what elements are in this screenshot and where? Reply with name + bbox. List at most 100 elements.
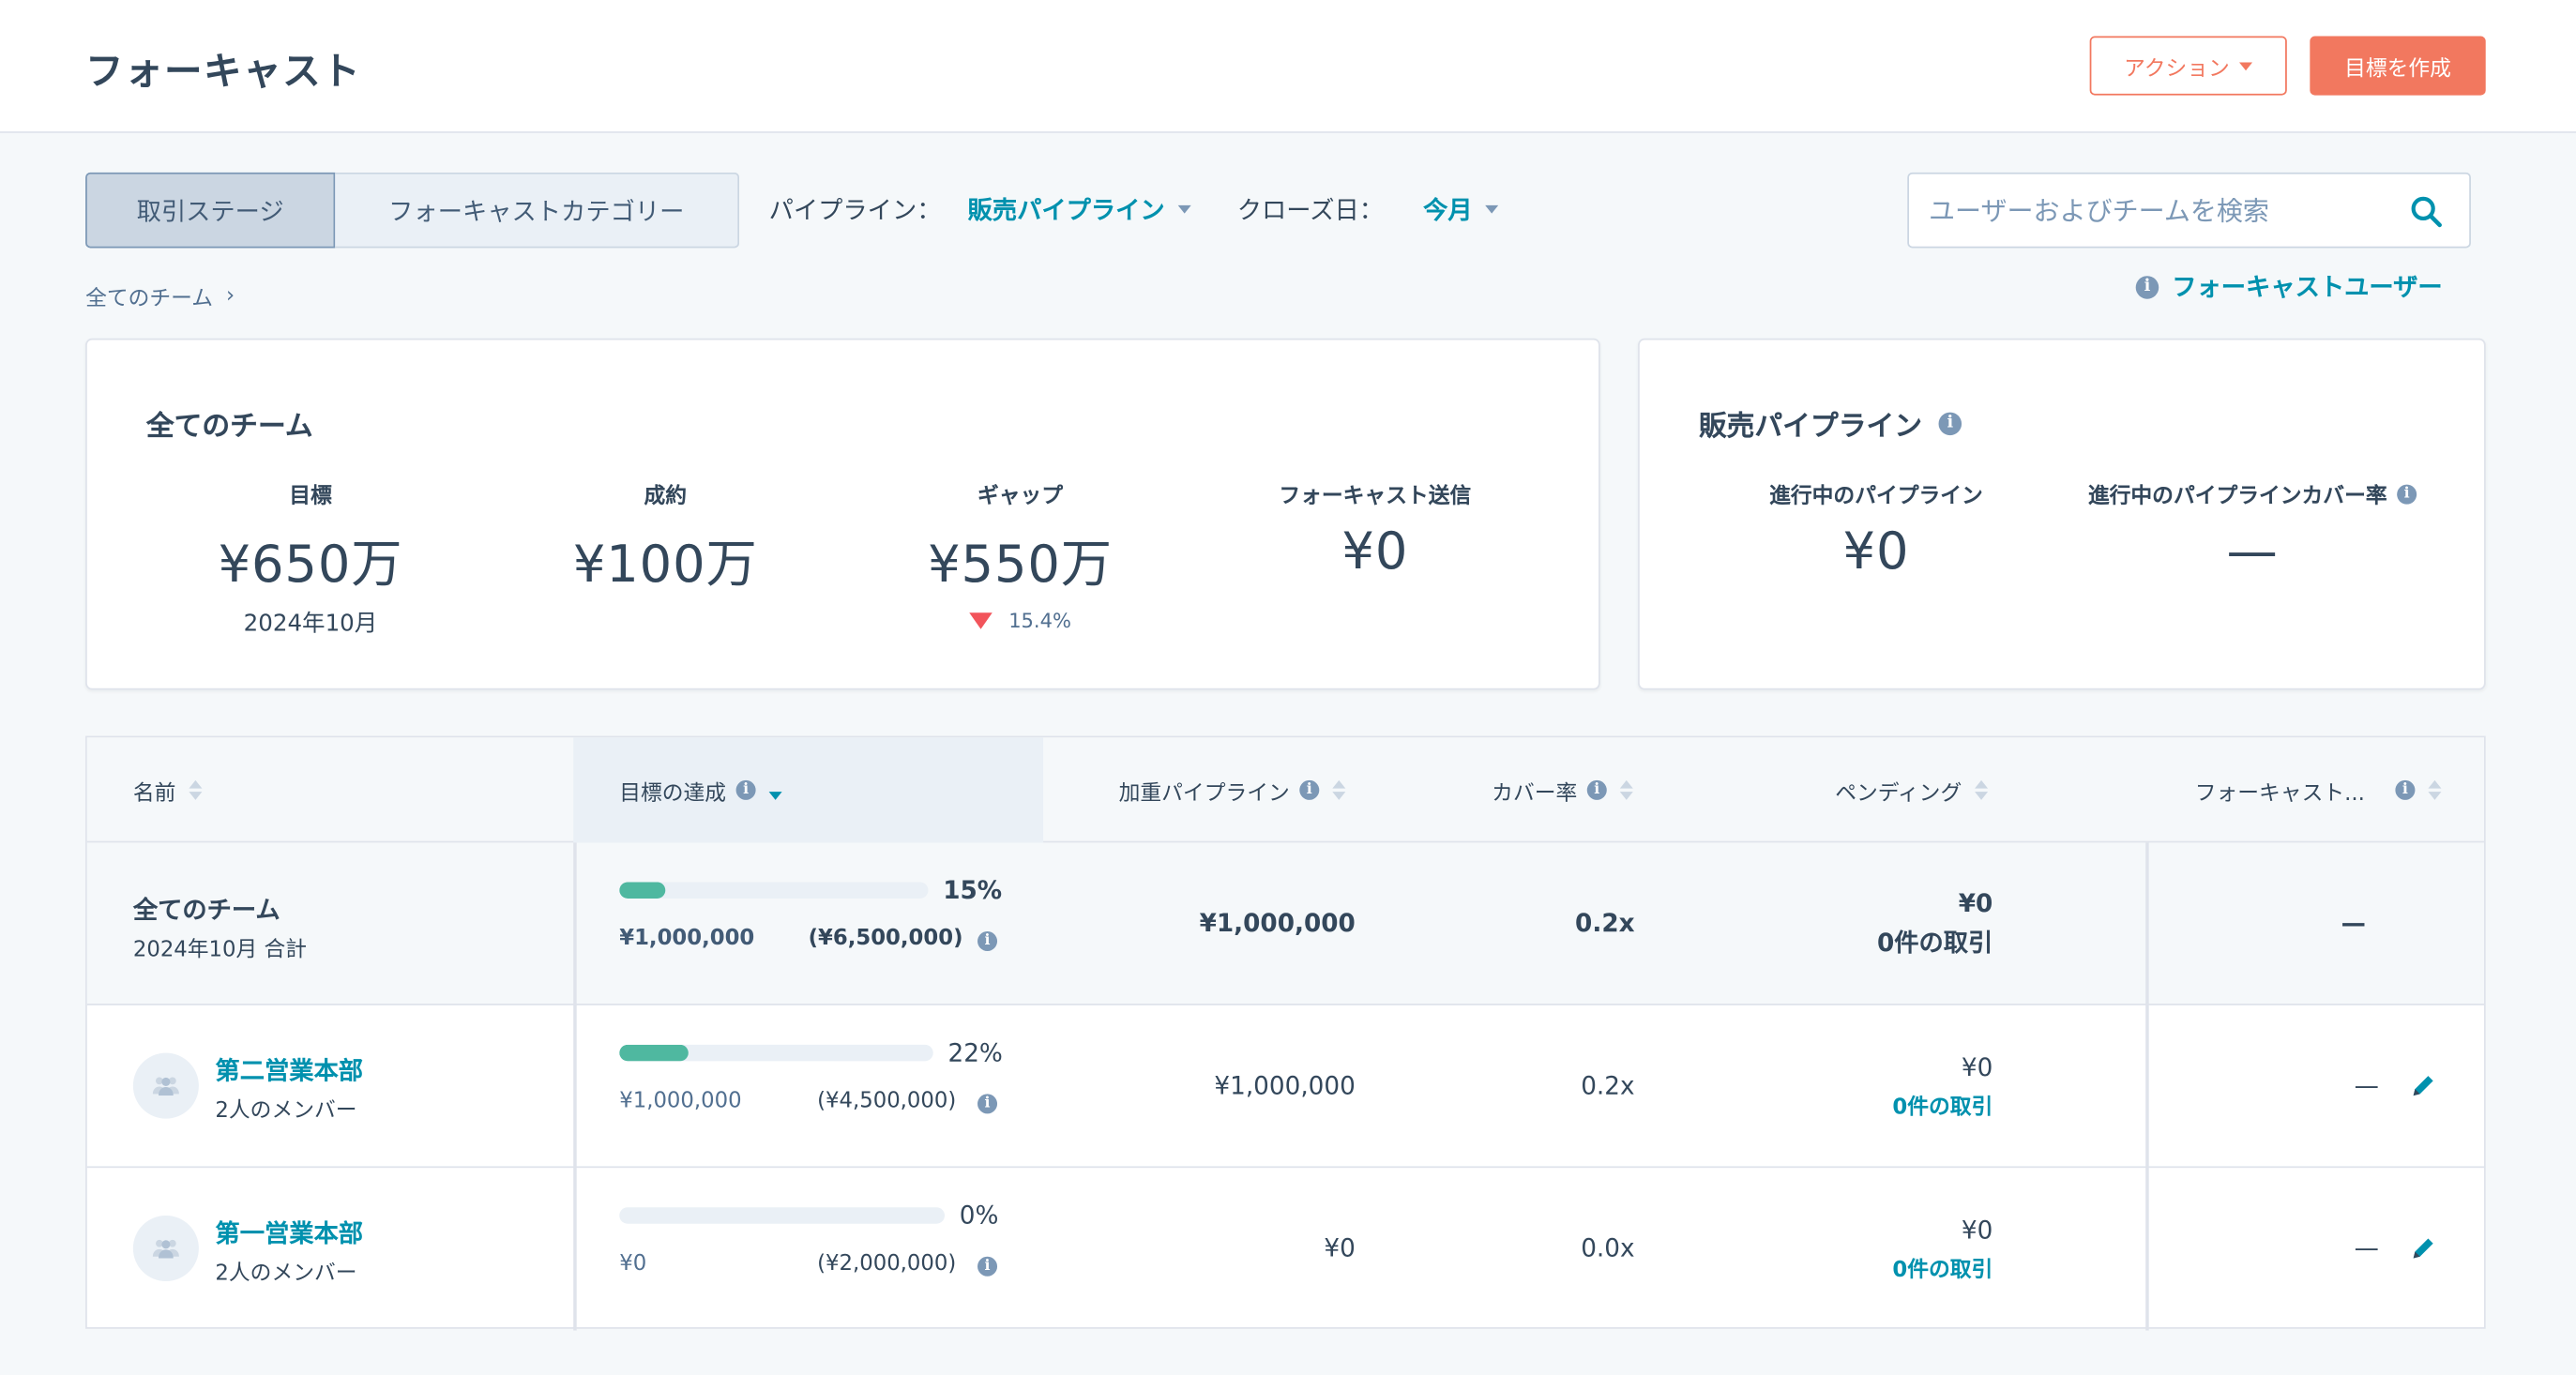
column-header-goal-attainment[interactable]: 目標の達成 i: [573, 737, 1044, 843]
info-icon: i: [735, 779, 756, 800]
info-icon[interactable]: i: [977, 1256, 998, 1277]
page-header: フォーキャスト アクション 目標を作成: [0, 0, 2576, 133]
action-button-label: アクション: [2124, 56, 2230, 82]
create-goal-button[interactable]: 目標を作成: [2310, 36, 2486, 96]
pending-deals-link[interactable]: 0件の取引: [1796, 1089, 1993, 1120]
info-icon[interactable]: i: [977, 930, 998, 952]
forecast-table: 名前 目標の達成 i 加重パイプライン i カバー率 i ペンディング フォーキ…: [85, 735, 2486, 1331]
close-date-filter: クローズ日： 今月: [1237, 192, 1499, 227]
pipeline-filter-dropdown[interactable]: 販売パイプライン: [968, 192, 1191, 227]
team-link[interactable]: 第二営業本部: [215, 1053, 363, 1088]
column-divider: [573, 842, 577, 1331]
triangle-down-icon: [969, 612, 993, 629]
close-date-filter-value: 今月: [1423, 195, 1473, 225]
pending-deals: 0件の取引: [1876, 928, 1993, 959]
pending-deals-link[interactable]: 0件の取引: [1796, 1251, 1993, 1282]
info-icon[interactable]: i: [2397, 483, 2417, 504]
sort-icon: [2428, 779, 2442, 800]
goal-amount: (¥4,500,000): [817, 1089, 957, 1114]
column-header-pending[interactable]: ペンディング: [1835, 737, 1989, 842]
progress-fill: [619, 882, 666, 899]
weighted-pipeline: ¥1,000,000: [1199, 908, 1356, 938]
info-icon: i: [2135, 275, 2159, 298]
search-input[interactable]: [1929, 187, 2389, 234]
caret-down-icon: [2239, 61, 2253, 70]
coverage-value: 0.2x: [1581, 1070, 1635, 1101]
table-row-total: 全てのチーム 2024年10月 合計 15% ¥1,000,000 (¥6,50…: [86, 842, 2484, 1005]
summary-card-title: 全てのチーム: [145, 410, 313, 444]
tab-deal-stage[interactable]: 取引ステージ: [85, 172, 336, 249]
metric-goal-value: ¥650万: [218, 535, 403, 595]
info-icon: i: [1586, 779, 1607, 800]
search-icon[interactable]: [2410, 195, 2443, 228]
summary-card: 全てのチーム 目標 ¥650万 2024年10月 成約 ¥100万 ギャップ ¥…: [85, 338, 1600, 690]
weighted-pipeline: ¥1,000,000: [1214, 1070, 1356, 1101]
column-forecast-label: フォーキャスト...: [2194, 780, 2365, 807]
metric-coverage-label-wrap: 進行中のパイプラインカバー率 i: [2064, 478, 2442, 509]
row-sub: 2人のメンバー: [215, 1261, 357, 1287]
weighted-pipeline: ¥0: [1324, 1233, 1356, 1263]
column-header-forecast[interactable]: フォーキャスト... i: [2195, 737, 2442, 842]
pipeline-filter: パイプライン： 販売パイプライン: [769, 192, 1191, 227]
chevron-right-icon: ›: [226, 283, 235, 310]
metric-won-label: 成約: [644, 484, 688, 509]
close-date-filter-dropdown[interactable]: 今月: [1423, 192, 1499, 227]
team-link[interactable]: 第一営業本部: [215, 1216, 363, 1250]
forecast-value: —: [2354, 1070, 2379, 1101]
achieved-amount: ¥0: [619, 1251, 647, 1277]
metric-open-pipeline-label: 進行中のパイプライン: [1769, 484, 1983, 509]
metric-forecast-submission: フォーキャスト送信 ¥0: [1211, 478, 1539, 582]
metric-won: 成約 ¥100万: [501, 478, 829, 597]
metric-gap-delta-value: 15.4%: [1008, 609, 1071, 633]
goal-amount: (¥6,500,000): [808, 926, 963, 952]
column-name-label: 名前: [132, 780, 176, 807]
caret-down-icon: [1485, 204, 1499, 214]
column-header-coverage[interactable]: カバー率 i: [1492, 737, 1633, 842]
team-avatar: [132, 1052, 199, 1119]
pending-amount: ¥0: [1958, 888, 1993, 918]
table-row: 第二営業本部 2人のメンバー 22% ¥1,000,000 (¥4,500,00…: [86, 1005, 2484, 1169]
achieved-amount: ¥1,000,000: [619, 926, 755, 952]
edit-pencil-icon[interactable]: [2410, 1073, 2436, 1099]
row-name: 全てのチーム: [132, 895, 280, 925]
sort-icon: [1975, 779, 1989, 800]
metric-gap-value: ¥550万: [928, 535, 1113, 595]
column-goal-label: 目標の達成: [619, 780, 727, 807]
coverage-value: 0.0x: [1581, 1233, 1635, 1263]
info-icon[interactable]: i: [977, 1094, 998, 1114]
tab-forecast-category[interactable]: フォーキャストカテゴリー: [335, 172, 740, 249]
pipeline-filter-label: パイプライン：: [768, 195, 942, 225]
info-icon[interactable]: i: [1938, 411, 1962, 435]
forecast-value: —: [2341, 908, 2366, 938]
pending-amount: ¥0: [1961, 1215, 1993, 1246]
progress-bar: [619, 882, 929, 899]
forecast-users-label: フォーキャストユーザー: [2172, 272, 2443, 303]
breadcrumb-all-teams[interactable]: 全てのチーム: [85, 280, 213, 311]
caret-down-icon: [1177, 204, 1191, 214]
sort-icon: [189, 779, 203, 800]
metric-gap-delta: 15.4%: [856, 609, 1184, 633]
action-dropdown-button[interactable]: アクション: [2089, 36, 2287, 96]
column-divider: [2145, 842, 2149, 1331]
metric-gap: ギャップ ¥550万 15.4%: [856, 478, 1184, 633]
search-box: [1907, 172, 2471, 249]
table-row: 第一営業本部 2人のメンバー 0% ¥0 (¥2,000,000) i ¥0 0…: [87, 1168, 2484, 1330]
metric-open-pipeline-value: ¥0: [1842, 521, 1910, 582]
column-header-weighted-pipeline[interactable]: 加重パイプライン i: [1119, 737, 1346, 842]
row-sub: 2024年10月 合計: [132, 937, 308, 963]
breadcrumb: 全てのチーム ›: [85, 280, 235, 312]
metric-coverage-label: 進行中のパイプラインカバー率: [2087, 484, 2387, 509]
row-sub: 2人のメンバー: [215, 1098, 357, 1124]
app-root: フォーキャスト アクション 目標を作成 取引ステージ フォーキャストカテゴリー …: [0, 0, 2576, 1375]
column-header-name[interactable]: 名前: [133, 737, 203, 842]
info-icon: i: [1299, 779, 1320, 800]
pipeline-card-title: 販売パイプライン i: [1699, 402, 1962, 444]
forecast-users-link[interactable]: i フォーキャストユーザー: [2135, 269, 2443, 304]
view-toggle: 取引ステージ フォーキャストカテゴリー: [85, 172, 740, 249]
metric-submission-label: フォーキャスト送信: [1279, 484, 1472, 509]
pending-amount: ¥0: [1961, 1052, 1993, 1083]
edit-pencil-icon[interactable]: [2410, 1235, 2436, 1262]
sort-icon: [1619, 779, 1633, 800]
pipeline-card: 販売パイプライン i 進行中のパイプライン ¥0 進行中のパイプラインカバー率 …: [1638, 338, 2486, 690]
metric-gap-label: ギャップ: [977, 484, 1064, 509]
